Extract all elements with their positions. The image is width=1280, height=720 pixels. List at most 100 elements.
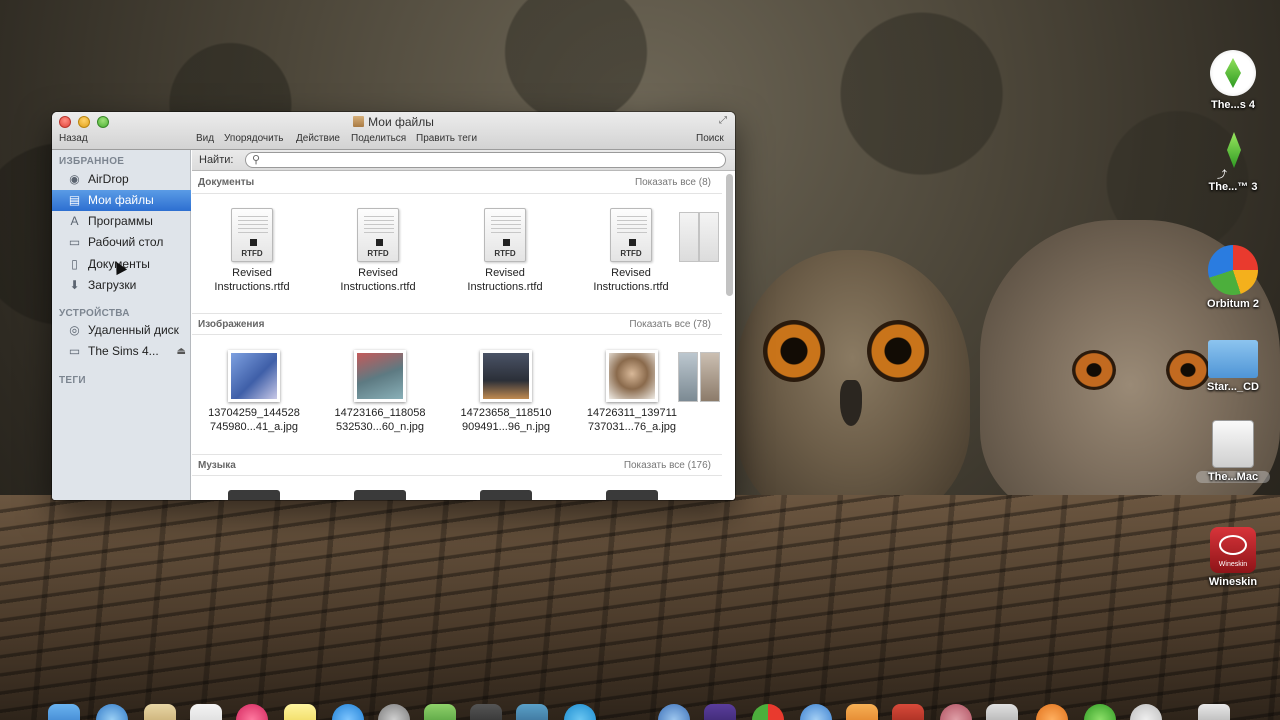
music-tile-partial[interactable] [480,490,532,500]
rtfd-document-icon: RTFD [610,208,652,262]
show-all-music-link[interactable]: Показать все (176) [624,460,711,471]
music-tile-partial[interactable] [606,490,658,500]
search-icon: ⚲ [252,154,261,166]
music-tile-partial[interactable] [354,490,406,500]
image-tile[interactable]: 13704259_144528 745980...41_a.jpg [194,350,314,434]
calendar-dock-icon[interactable] [190,704,222,720]
file-ext: RTFD [620,249,642,258]
arrange-button[interactable]: Упорядочить [224,133,284,144]
safari-dock-icon[interactable] [96,704,128,720]
more-documents-stack[interactable] [679,212,723,270]
desktop-icon-starcd-folder[interactable]: Star..._CD [1196,340,1270,393]
sidebar-header-devices: УСТРОЙСТВА [59,308,130,319]
downloads-stack-dock-icon[interactable] [1130,704,1162,720]
app-store-dock-icon[interactable] [332,704,364,720]
quicktime-dock-icon[interactable] [658,704,690,720]
file-tile[interactable]: RTFD Revised Instructions.rtfd [445,208,565,294]
sidebar-header-tags: ТЕГИ [59,375,86,386]
chrome-dock-icon[interactable] [752,704,784,720]
image-thumbnail [606,350,658,402]
image-tile[interactable]: 14723166_118058 532530...60_n.jpg [320,350,440,434]
sidebar-item-desktop[interactable]: ▭ Рабочий стол [52,232,191,253]
desktop-icon-sims3[interactable]: ⤴ The...™ 3 [1196,130,1270,193]
terminal-dock-icon[interactable] [986,704,1018,720]
search-toolbar-button[interactable]: Поиск [696,133,724,144]
desktop-icon-sims4[interactable]: The...s 4 [1196,50,1270,111]
section-title: Документы [198,177,255,188]
sidebar-item-airdrop[interactable]: ◉ AirDrop [52,169,191,190]
itunes-dock-icon[interactable] [236,704,268,720]
file-tile[interactable]: RTFD Revised Instructions.rtfd [571,208,691,294]
share-button[interactable]: Поделиться [351,133,406,144]
owl-beak [840,380,862,426]
skype-dock-icon[interactable] [564,704,596,720]
rtfd-document-icon: RTFD [231,208,273,262]
search-input[interactable] [264,154,714,166]
sidebar-item-remote-disc[interactable]: ◎ Удаленный диск [52,320,191,341]
scrollbar-knob[interactable] [726,174,733,296]
desktop-icon-wineskin[interactable]: Wineskin Wineskin [1196,527,1270,588]
show-all-images-link[interactable]: Показать все (78) [629,319,711,330]
desktop-icon-external-drive[interactable]: The...Mac [1196,420,1270,483]
system-prefs-dock-icon[interactable] [378,704,410,720]
preview-dock-icon[interactable] [424,704,456,720]
notes-dock-icon[interactable] [284,704,316,720]
wineskin-badge: Wineskin [1218,561,1248,568]
file-name: 13704259_144528 745980...41_a.jpg [208,407,300,433]
wallpaper-basket [0,495,1280,720]
firefox-dock-icon[interactable] [1036,704,1068,720]
folder-icon [1208,340,1258,378]
window-titlebar[interactable]: Мои файлы ⤢ Назад Вид Упорядочить Действ… [52,112,735,150]
photo-dock-icon[interactable] [892,704,924,720]
image-tile[interactable]: 14726311_139711 737031...76_a.jpg [572,350,692,434]
imovie-dock-icon[interactable] [704,704,736,720]
more-images-stack[interactable] [678,352,722,410]
show-all-documents-link[interactable]: Показать все (8) [635,177,711,188]
action-button[interactable]: Действие [296,133,340,144]
desktop-icon-label: Wineskin [1208,576,1258,588]
file-name: 14723166_118058 532530...60_n.jpg [334,407,426,433]
finder-dock-icon[interactable] [48,704,80,720]
back-button[interactable]: Назад [59,133,88,144]
sidebar-item-label: AirDrop [88,172,129,186]
search-field[interactable]: ⚲ [245,152,726,168]
eject-icon[interactable]: ⏏ [177,341,186,362]
wineskin-dock-icon[interactable] [940,704,972,720]
sidebar-item-label: Программы [88,214,153,228]
file-tile[interactable]: RTFD Revised Instructions.rtfd [318,208,438,294]
edit-tags-button[interactable]: Править теги [416,133,477,144]
documents-icon: ▯ [71,257,78,271]
file-tile[interactable]: RTFD Revised Instructions.rtfd [192,208,312,294]
iphoto-dock-icon[interactable] [516,704,548,720]
desktop-icon-orbitum[interactable]: Orbitum 2 [1196,245,1270,310]
vertical-scrollbar[interactable] [726,174,733,500]
sidebar-item-label: Удаленный диск [88,323,179,337]
photo-booth-dock-icon[interactable] [470,704,502,720]
rtfd-document-icon: RTFD [357,208,399,262]
sims-dock-icon[interactable] [614,704,646,720]
image-tile[interactable]: 14723658_118510 909491...96_n.jpg [446,350,566,434]
wineskin-icon: Wineskin [1210,527,1256,573]
contacts-dock-icon[interactable] [144,704,176,720]
utorrent-dock-icon[interactable] [1084,704,1116,720]
desktop-icon-label: The...s 4 [1210,99,1256,111]
all-files-icon: ▤ [68,193,81,207]
xcode-dock-icon[interactable] [800,704,832,720]
music-tile-partial[interactable] [228,490,280,500]
view-button[interactable]: Вид [196,133,214,144]
sidebar-item-downloads[interactable]: ⬇ Загрузки [52,275,191,296]
all-files-icon [353,116,365,127]
disk-icon: ▭ [68,344,81,358]
applications-icon: A [70,214,79,228]
fullscreen-icon[interactable]: ⤢ [719,115,731,127]
sidebar-item-all-files[interactable]: ▤ Мои файлы [52,190,191,211]
image-thumbnail [480,350,532,402]
sidebar-item-sims4-disk[interactable]: ▭ The Sims 4... ⏏ [52,341,191,362]
vlc-dock-icon[interactable] [846,704,878,720]
image-thumbnail [228,350,280,402]
sidebar-item-applications[interactable]: A Программы [52,211,191,232]
trash-dock-icon[interactable] [1198,704,1230,720]
file-ext: RTFD [241,249,263,258]
downloads-icon: ⬇ [69,278,80,292]
sidebar-item-label: Мои файлы [88,193,154,207]
